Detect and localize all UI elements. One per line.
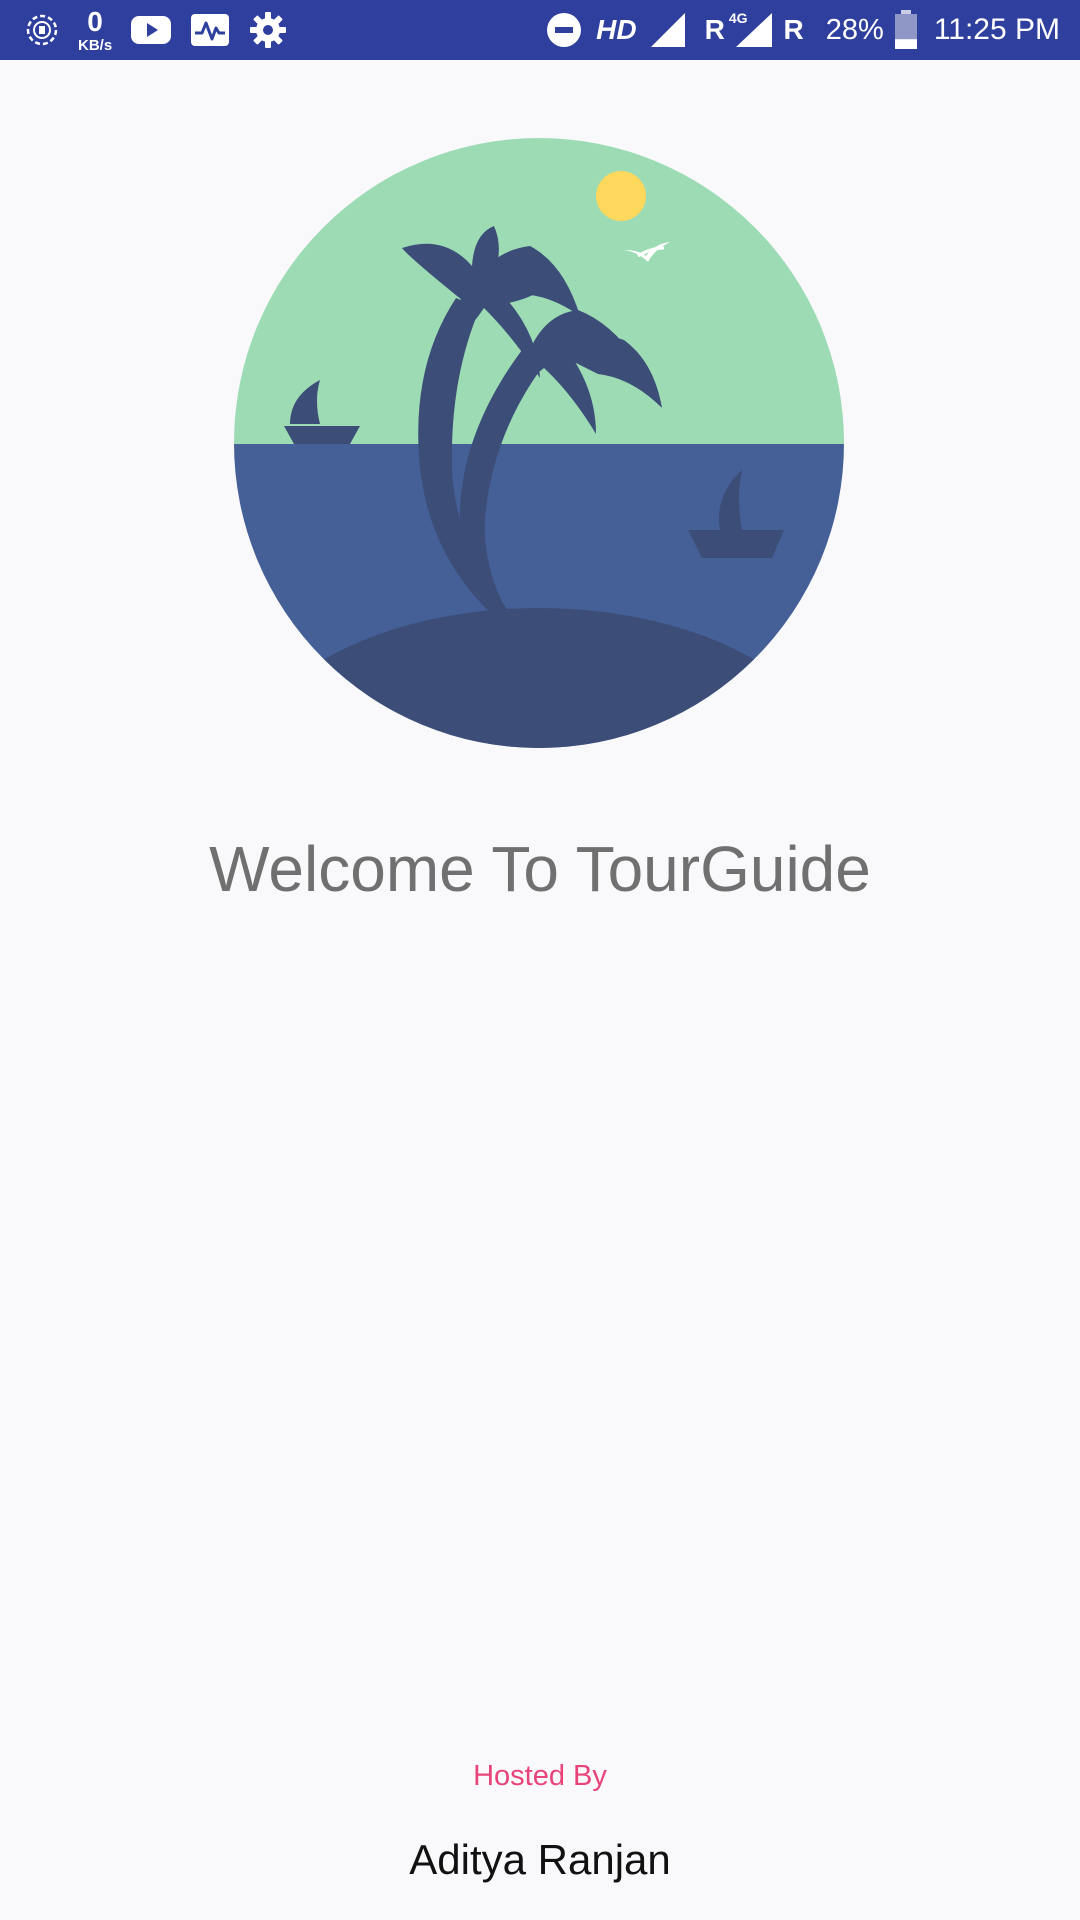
status-bar-right: HD R 4G R 28% 11:25 PM: [546, 0, 1060, 60]
signal-icon: [650, 13, 685, 47]
status-bar-left: 0 KB/s: [24, 0, 306, 60]
battery-percent: 28%: [825, 13, 884, 46]
hosted-by-label: Hosted By: [473, 1760, 607, 1792]
tropical-island-icon: [234, 138, 844, 748]
activity-icon: [190, 13, 230, 47]
do-not-disturb-icon: [546, 12, 582, 48]
network-speed-value: 0: [87, 5, 103, 37]
network-speed-unit: KB/s: [78, 36, 113, 54]
hero-image: [234, 138, 844, 748]
youtube-icon: [130, 14, 172, 46]
host-name: Aditya Ranjan: [409, 1836, 671, 1883]
sun: [596, 171, 646, 221]
status-bar: 0 KB/s HD R 4G R 28% 11:25 PM: [0, 0, 1080, 60]
roaming-label: R: [704, 14, 725, 45]
battery-icon: [894, 10, 918, 50]
welcome-title: Welcome To TourGuide: [209, 833, 871, 905]
settings-gear-icon: [248, 10, 288, 50]
clock: 11:25 PM: [933, 13, 1060, 46]
network-type-label: 4G: [728, 10, 748, 26]
data-saver-icon: [24, 12, 60, 48]
hd-label: HD: [596, 14, 637, 45]
roaming-label-2: R: [783, 14, 804, 45]
network-speed: 0 KB/s: [78, 5, 113, 54]
